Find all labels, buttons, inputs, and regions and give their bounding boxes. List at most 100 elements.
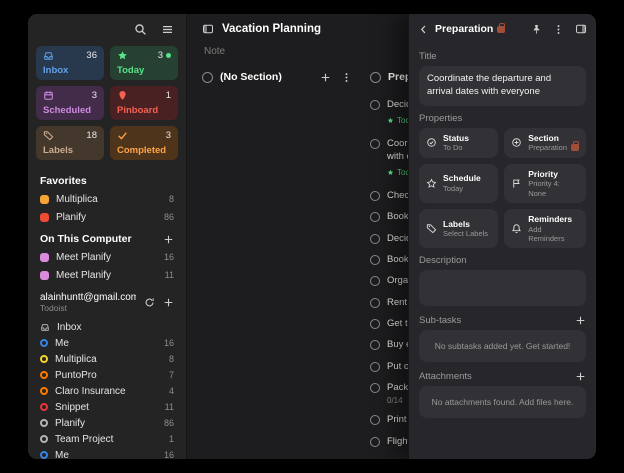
- star-icon: [387, 169, 394, 176]
- sidebar-item-team-project[interactable]: Team Project 1: [28, 431, 186, 447]
- scheduled-label: Scheduled: [43, 105, 97, 116]
- kebab-menu-icon[interactable]: [553, 24, 564, 35]
- account-row[interactable]: alainhuntt@gmail.com Todoist: [28, 284, 186, 319]
- back-chevron-icon[interactable]: [418, 24, 429, 35]
- add-project-icon[interactable]: [163, 234, 174, 245]
- sidebar-item-inbox[interactable]: Inbox: [28, 319, 186, 335]
- labels-count: 18: [86, 130, 97, 141]
- bell-icon: [511, 223, 522, 234]
- card-scheduled[interactable]: 3 Scheduled: [36, 86, 104, 120]
- calendar-icon: [43, 90, 54, 101]
- inbox-count: 36: [86, 50, 97, 61]
- sidebar-item-multiplica[interactable]: Multiplica 8: [28, 351, 186, 367]
- inbox-icon: [40, 322, 50, 332]
- property-labels[interactable]: Labels Select Labels: [419, 209, 498, 248]
- project-emoji-icon: [40, 195, 49, 204]
- sidebar-item-claro-insurance[interactable]: Claro Insurance 4: [28, 383, 186, 399]
- account-service: Todoist: [40, 303, 136, 313]
- planify-window: 36 Inbox 3 Today 3 Scheduled 1 Pinboard: [28, 14, 596, 459]
- star-icon: [387, 117, 394, 124]
- desktop-background: 36 Inbox 3 Today 3 Scheduled 1 Pinboard: [0, 0, 624, 473]
- completed-label: Completed: [117, 145, 171, 156]
- task-checkbox[interactable]: [370, 298, 380, 308]
- task-checkbox[interactable]: [370, 319, 380, 329]
- sidebar-item-puntopro[interactable]: PuntoPro 7: [28, 367, 186, 383]
- project-emoji-icon: [40, 213, 49, 222]
- property-reminders[interactable]: Reminders Add Reminders: [504, 209, 586, 248]
- section-circle-icon: [202, 72, 213, 83]
- project-emoji-icon: [40, 271, 49, 280]
- add-attachment-icon[interactable]: [575, 371, 586, 382]
- completed-count: 3: [166, 130, 171, 141]
- task-title-input[interactable]: Coordinate the departure and arrival dat…: [419, 66, 586, 106]
- on-this-computer-header: On This Computer: [28, 226, 186, 248]
- property-status[interactable]: Status To Do: [419, 128, 498, 158]
- today-label: Today: [117, 65, 171, 76]
- inbox-icon: [43, 50, 54, 61]
- task-checkbox[interactable]: [370, 139, 380, 149]
- add-task-icon[interactable]: [320, 72, 331, 83]
- task-checkbox[interactable]: [370, 276, 380, 286]
- sidebar-item-planify-fav[interactable]: Planify 86: [28, 208, 186, 226]
- task-checkbox[interactable]: [370, 383, 380, 393]
- pin-icon: [117, 90, 128, 101]
- luggage-emoji-icon: [497, 26, 505, 33]
- flag-icon: [511, 178, 522, 189]
- task-checkbox[interactable]: [370, 212, 380, 222]
- sidebar-item-meet-planify-1[interactable]: Meet Planify 16: [28, 248, 186, 266]
- card-labels[interactable]: 18 Labels: [36, 126, 104, 160]
- tag-icon: [43, 130, 54, 141]
- detail-header: Preparation: [409, 14, 596, 44]
- status-icon: [426, 137, 437, 148]
- menu-icon[interactable]: [161, 23, 174, 36]
- section-circle-icon: [370, 72, 381, 83]
- attachments-label: Attachments: [419, 371, 472, 382]
- project-color-ring: [40, 339, 48, 347]
- search-icon[interactable]: [134, 23, 147, 36]
- property-schedule[interactable]: Schedule Today: [419, 164, 498, 203]
- attachments-empty-state: No attachments found. Add files here.: [419, 386, 586, 418]
- property-section[interactable]: Section Preparation: [504, 128, 586, 158]
- column-no-section: (No Section): [202, 67, 352, 453]
- close-detail-panel-icon[interactable]: [575, 23, 587, 35]
- description-input[interactable]: [419, 270, 586, 306]
- sidebar-item-snippet[interactable]: Snippet 11: [28, 399, 186, 415]
- task-checkbox[interactable]: [370, 255, 380, 265]
- add-account-project-icon[interactable]: [163, 297, 174, 308]
- detail-title: Preparation: [435, 23, 505, 35]
- sync-refresh-icon[interactable]: [144, 297, 155, 308]
- sidebar-item-me-2[interactable]: Me 16: [28, 447, 186, 459]
- sidebar-item-multiplica-fav[interactable]: Multiplica 8: [28, 190, 186, 208]
- properties-grid: Status To Do Section Preparation Schedul…: [419, 128, 586, 249]
- card-completed[interactable]: 3 Completed: [110, 126, 178, 160]
- project-color-ring: [40, 403, 48, 411]
- today-indicator-dot: [166, 53, 171, 58]
- section-icon: [511, 137, 522, 148]
- sidebar-item-me-1[interactable]: Me 16: [28, 335, 186, 351]
- task-checkbox[interactable]: [370, 362, 380, 372]
- sidebar-item-planify[interactable]: Planify 86: [28, 415, 186, 431]
- property-priority[interactable]: Priority Priority 4: None: [504, 164, 586, 203]
- task-checkbox[interactable]: [370, 234, 380, 244]
- column-header[interactable]: (No Section): [202, 67, 352, 87]
- project-list: Inbox Me 16 Multiplica 8 PuntoPro 7 Clar…: [28, 319, 186, 459]
- task-checkbox[interactable]: [370, 340, 380, 350]
- description-label: Description: [419, 255, 586, 266]
- toggle-sidebar-icon[interactable]: [202, 23, 214, 35]
- pin-task-icon[interactable]: [531, 24, 542, 35]
- task-checkbox[interactable]: [370, 437, 380, 447]
- kebab-menu-icon[interactable]: [341, 72, 352, 83]
- project-color-ring: [40, 419, 48, 427]
- task-detail-panel: Preparation Title Coordinate the departu…: [408, 14, 596, 459]
- sidebar: 36 Inbox 3 Today 3 Scheduled 1 Pinboard: [28, 14, 187, 459]
- card-inbox[interactable]: 36 Inbox: [36, 46, 104, 80]
- task-checkbox[interactable]: [370, 191, 380, 201]
- task-checkbox[interactable]: [370, 100, 380, 110]
- card-today[interactable]: 3 Today: [110, 46, 178, 80]
- task-checkbox[interactable]: [370, 415, 380, 425]
- sidebar-item-meet-planify-2[interactable]: Meet Planify 11: [28, 266, 186, 284]
- card-pinboard[interactable]: 1 Pinboard: [110, 86, 178, 120]
- project-emoji-icon: [40, 253, 49, 262]
- add-subtask-icon[interactable]: [575, 315, 586, 326]
- detail-body: Title Coordinate the departure and arriv…: [409, 51, 596, 428]
